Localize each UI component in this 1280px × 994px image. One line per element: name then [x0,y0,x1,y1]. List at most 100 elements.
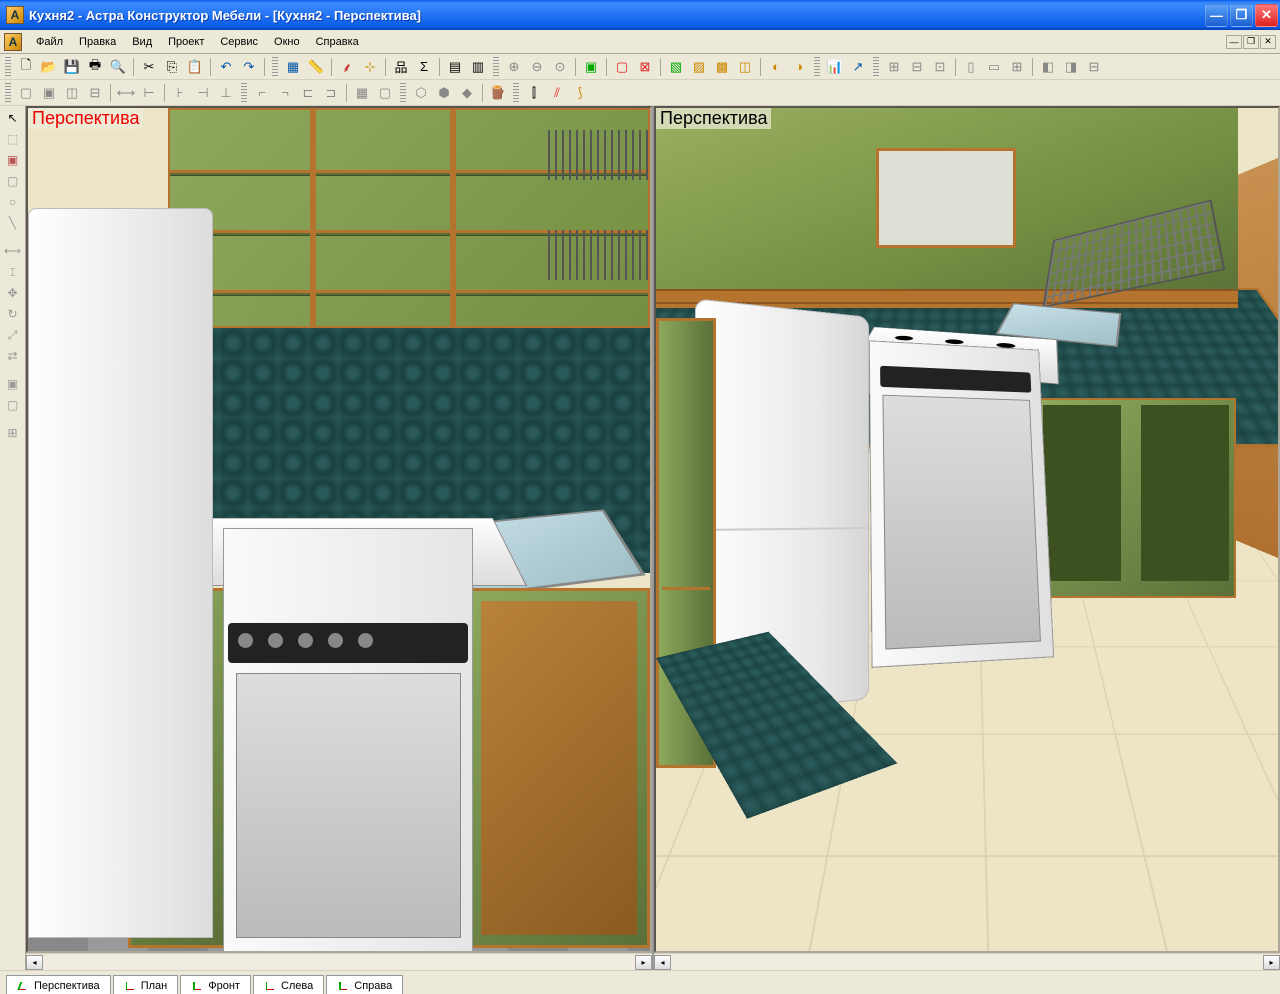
scroll-left-button[interactable]: ◂ [26,955,43,970]
toolbar-grip[interactable] [513,83,519,103]
menu-view[interactable]: Вид [124,33,160,51]
panel-tool[interactable]: ▢ [2,171,24,191]
wire-button[interactable]: ▢ [611,56,633,78]
undo-button[interactable]: ↶ [215,56,237,78]
open-button[interactable]: 📂 [38,56,60,78]
scroll-left-button[interactable]: ◂ [654,955,671,970]
hatch1-button[interactable]: ⫿ [523,82,545,104]
save-button[interactable]: 💾 [61,56,83,78]
close-button[interactable]: ✕ [1255,4,1278,27]
scroll-right-button[interactable]: ▸ [635,955,652,970]
cut-button[interactable]: ✂ [138,56,160,78]
menu-edit[interactable]: Правка [71,33,124,51]
toolbar-grip[interactable] [400,83,406,103]
paste-button[interactable]: 📋 [184,56,206,78]
texture1-button[interactable]: 🪵 [487,82,509,104]
line-tool[interactable]: ╲ [2,213,24,233]
table-button[interactable]: ▦ [351,82,373,104]
tab-right[interactable]: Справа [326,975,403,994]
mdi-restore-button[interactable]: ❐ [1243,35,1259,49]
graph-button[interactable]: ↗ [847,56,869,78]
dim2-button[interactable]: ⊢ [138,82,160,104]
material-button[interactable]: ◫ [734,56,756,78]
mirror-tool[interactable]: ⇄ [2,346,24,366]
report1-button[interactable]: ▤ [444,56,466,78]
new-button[interactable]: 🗋 [15,56,37,78]
ungroup-tool[interactable]: ▢ [2,395,24,415]
layout1-button[interactable]: ▯ [960,56,982,78]
group-tool[interactable]: ▣ [2,374,24,394]
ruler-button[interactable]: 📏 [305,56,327,78]
obj3-button[interactable]: ◆ [456,82,478,104]
align2-button[interactable]: ⊟ [906,56,928,78]
text-tool[interactable]: ⌶ [2,262,24,282]
report2-button[interactable]: ▥ [467,56,489,78]
menu-file[interactable]: Файл [28,33,71,51]
pointer-tool[interactable]: ↖ [2,108,24,128]
edge2-button[interactable]: ¬ [274,82,296,104]
move-tool[interactable]: ✥ [2,283,24,303]
sum-button[interactable]: Σ [413,56,435,78]
panel3-button[interactable]: ◫ [61,82,83,104]
maximize-button[interactable]: ❐ [1230,4,1253,27]
grid-button[interactable]: ▦ [282,56,304,78]
toolbar-grip[interactable] [5,57,11,77]
box-tool[interactable]: ▣ [2,150,24,170]
tab-perspective[interactable]: Перспектива [6,975,111,994]
align3-button[interactable]: ⊡ [929,56,951,78]
dim-tool[interactable]: ⟷ [2,241,24,261]
toolbar-grip[interactable] [241,83,247,103]
menu-help[interactable]: Справка [308,33,367,51]
toolbar-grip[interactable] [272,57,278,77]
edge3-button[interactable]: ⊏ [297,82,319,104]
obj2-button[interactable]: ⬢ [433,82,455,104]
flat-button[interactable]: ▧ [665,56,687,78]
redo-button[interactable]: ↷ [238,56,260,78]
explode-tool[interactable]: ⊞ [2,423,24,443]
circle-tool[interactable]: ○ [2,192,24,212]
layout3-button[interactable]: ⊞ [1006,56,1028,78]
tab-plan[interactable]: План [113,975,179,994]
split1-button[interactable]: ◧ [1037,56,1059,78]
chart-button[interactable]: 📊 [824,56,846,78]
app-menu-icon[interactable]: A [4,33,22,51]
minimize-button[interactable]: — [1205,4,1228,27]
toolbar-grip[interactable] [5,83,11,103]
join2-button[interactable]: ⊣ [192,82,214,104]
scale-tool[interactable]: ⤢ [2,325,24,345]
edge1-button[interactable]: ⌐ [251,82,273,104]
menu-service[interactable]: Сервис [212,33,266,51]
toolbar-grip[interactable] [873,57,879,77]
panel4-button[interactable]: ⊟ [84,82,106,104]
layout2-button[interactable]: ▭ [983,56,1005,78]
scroll-track[interactable] [671,955,1263,970]
screw-button[interactable]: ⸙ [336,56,358,78]
mdi-close-button[interactable]: ✕ [1260,35,1276,49]
hatch3-button[interactable]: ⟆ [569,82,591,104]
scroll-track[interactable] [43,955,635,970]
light2-button[interactable]: ◑ [788,56,810,78]
join3-button[interactable]: ⊥ [215,82,237,104]
render1-button[interactable]: ▣ [580,56,602,78]
print-button[interactable]: 🖶 [84,56,106,78]
obj1-button[interactable]: ⬡ [410,82,432,104]
tab-front[interactable]: Фронт [180,975,251,994]
mdi-minimize-button[interactable]: — [1226,35,1242,49]
join1-button[interactable]: ⊦ [169,82,191,104]
panel1-button[interactable]: ▢ [15,82,37,104]
zoom-in-button[interactable]: ⊕ [503,56,525,78]
menu-project[interactable]: Проект [160,33,212,51]
edge4-button[interactable]: ⊐ [320,82,342,104]
tree-button[interactable]: 品 [390,56,412,78]
scroll-right-button[interactable]: ▸ [1263,955,1280,970]
viewport-left[interactable]: Перспектива [26,106,652,953]
tab-left[interactable]: Слева [253,975,324,994]
preview-button[interactable]: 🔍 [107,56,129,78]
toolbar-grip[interactable] [814,57,820,77]
zoom-fit-button[interactable]: ⊙ [549,56,571,78]
viewport-right[interactable]: Перспектива [654,106,1280,953]
copy-button[interactable]: ⎘ [161,56,183,78]
select-tool[interactable]: ⬚ [2,129,24,149]
hidden-button[interactable]: ⊠ [634,56,656,78]
light1-button[interactable]: ◐ [765,56,787,78]
